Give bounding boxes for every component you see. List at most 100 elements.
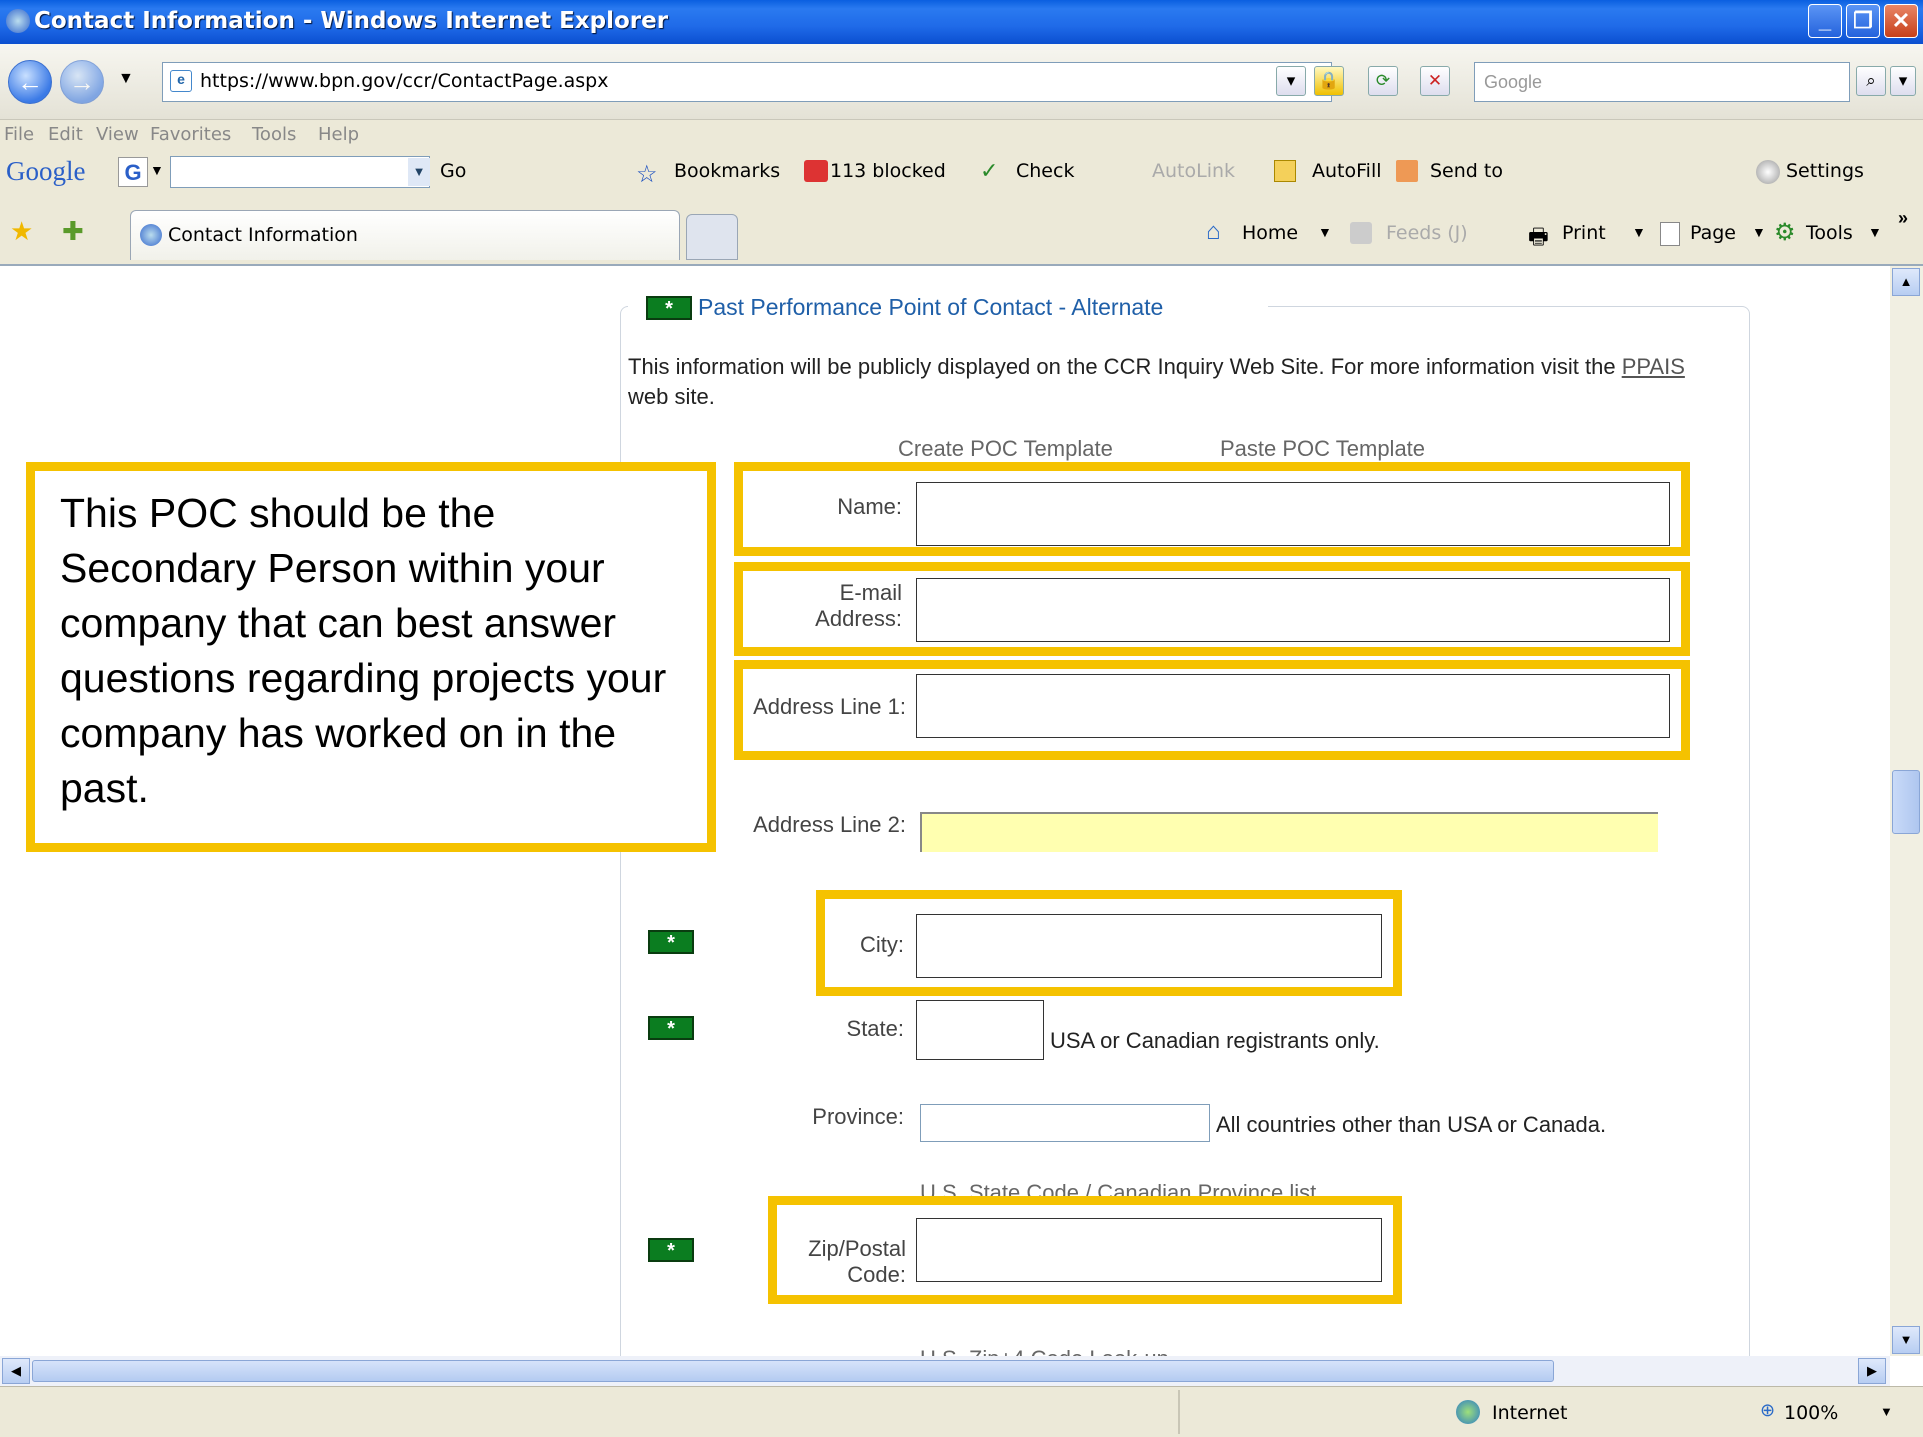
autofill-button[interactable]: AutoFill xyxy=(1312,160,1382,182)
search-placeholder: Google xyxy=(1484,72,1543,92)
email-label: E-mail Address: xyxy=(815,580,902,631)
chevron-more-icon[interactable]: » xyxy=(1898,208,1908,229)
bookmarks-star-icon: ☆ xyxy=(636,161,658,188)
security-zone: Internet xyxy=(1492,1402,1568,1424)
check-button[interactable]: Check xyxy=(1016,160,1074,182)
print-dropdown-icon[interactable]: ▼ xyxy=(1632,224,1646,240)
province-label: Province: xyxy=(812,1104,904,1129)
state-required-icon: * xyxy=(648,1016,694,1040)
horizontal-scroll-thumb[interactable] xyxy=(32,1360,1554,1382)
city-input[interactable] xyxy=(916,914,1382,978)
address-dropdown-icon[interactable]: ▾ xyxy=(1276,66,1306,96)
state-label: State: xyxy=(846,1016,904,1041)
page-button[interactable]: Page xyxy=(1690,222,1736,244)
maximize-button[interactable]: ❐ xyxy=(1846,4,1880,38)
back-icon[interactable]: ← xyxy=(8,60,52,104)
callout-text: This POC should be the Secondary Person … xyxy=(60,490,667,811)
add-favorite-icon[interactable]: ✚ xyxy=(62,216,84,247)
scroll-up-icon[interactable]: ▲ xyxy=(1892,268,1920,296)
print-icon: 🖶 xyxy=(1528,224,1549,249)
google-g-icon[interactable]: G xyxy=(118,157,148,187)
ppais-link[interactable]: PPAIS xyxy=(1622,354,1685,379)
info-text-suffix: web site. xyxy=(628,384,715,409)
email-input[interactable] xyxy=(916,578,1670,642)
settings-button[interactable]: Settings xyxy=(1786,160,1864,182)
window-title: Contact Information - Windows Internet E… xyxy=(34,8,669,34)
search-options-icon[interactable]: ▾ xyxy=(1890,66,1916,96)
print-button[interactable]: Print xyxy=(1562,222,1606,244)
forward-icon[interactable]: → xyxy=(60,60,104,104)
close-button[interactable]: ✕ xyxy=(1884,4,1918,38)
state-input[interactable] xyxy=(916,1000,1044,1060)
send-to-icon xyxy=(1396,160,1418,182)
google-dropdown-icon[interactable]: ▼ xyxy=(408,158,430,186)
scroll-down-icon[interactable]: ▼ xyxy=(1892,1326,1920,1354)
address2-label: Address Line 2: xyxy=(753,812,906,837)
menu-file[interactable]: File xyxy=(4,124,34,145)
menu-favorites[interactable]: Favorites xyxy=(150,124,231,145)
province-input[interactable] xyxy=(920,1104,1210,1142)
scroll-right-icon[interactable]: ▶ xyxy=(1858,1358,1886,1384)
vertical-scroll-thumb[interactable] xyxy=(1892,770,1920,834)
refresh-icon[interactable]: ⟳ xyxy=(1368,66,1398,96)
name-input[interactable] xyxy=(916,482,1670,546)
city-required-icon: * xyxy=(648,930,694,954)
google-logo: Google xyxy=(6,156,86,186)
menu-edit[interactable]: Edit xyxy=(48,124,83,145)
zip-lookup-link[interactable]: U.S. Zip+4 Code Look-up xyxy=(920,1346,1169,1356)
zip-input[interactable] xyxy=(916,1218,1382,1282)
google-menu-icon[interactable]: ▼ xyxy=(150,162,164,178)
tab-label: Contact Information xyxy=(168,224,358,246)
feeds-icon xyxy=(1350,222,1372,244)
paste-poc-template-link[interactable]: Paste POC Template xyxy=(1220,436,1425,462)
page-dropdown-icon[interactable]: ▼ xyxy=(1752,224,1766,240)
menu-view[interactable]: View xyxy=(96,124,139,145)
address2-input[interactable] xyxy=(920,812,1658,852)
scroll-left-icon[interactable]: ◀ xyxy=(2,1358,30,1384)
zoom-dropdown-icon[interactable]: ▼ xyxy=(1880,1404,1893,1419)
stop-icon[interactable]: ✕ xyxy=(1420,66,1450,96)
popup-blocker-icon xyxy=(804,160,828,182)
zoom-level[interactable]: 100% xyxy=(1784,1402,1838,1424)
search-icon[interactable]: ⌕ xyxy=(1856,66,1886,96)
status-divider xyxy=(1178,1390,1180,1434)
province-note: All countries other than USA or Canada. xyxy=(1216,1112,1607,1137)
bookmarks-button[interactable]: Bookmarks xyxy=(674,160,780,182)
zip-label: Zip/Postal Code: xyxy=(808,1236,906,1287)
popups-blocked[interactable]: 113 blocked xyxy=(830,160,946,182)
tools-dropdown-icon[interactable]: ▼ xyxy=(1868,224,1882,240)
name-label: Name: xyxy=(837,494,902,519)
spellcheck-icon: ✓ xyxy=(980,158,999,183)
new-tab-button[interactable] xyxy=(686,214,738,260)
address1-input[interactable] xyxy=(916,674,1670,738)
ie-logo-icon xyxy=(6,9,30,33)
home-dropdown-icon[interactable]: ▼ xyxy=(1318,224,1332,240)
google-search-input[interactable] xyxy=(170,156,430,188)
tab-ie-icon xyxy=(140,224,162,246)
create-poc-template-link[interactable]: Create POC Template xyxy=(898,436,1113,462)
lock-icon[interactable]: 🔒 xyxy=(1314,66,1344,96)
feeds-button[interactable]: Feeds (J) xyxy=(1386,222,1468,244)
settings-icon xyxy=(1756,160,1780,184)
tools-button[interactable]: Tools xyxy=(1806,222,1853,244)
home-button[interactable]: Home xyxy=(1242,222,1298,244)
state-note: USA or Canadian registrants only. xyxy=(1050,1028,1380,1053)
status-bar xyxy=(0,1386,1923,1437)
autolink-button[interactable]: AutoLink xyxy=(1152,160,1235,182)
city-label: City: xyxy=(860,932,904,957)
favorites-star-icon[interactable]: ★ xyxy=(10,216,33,247)
autofill-icon xyxy=(1274,160,1296,182)
legend-title: Past Performance Point of Contact - Alte… xyxy=(698,294,1164,320)
menu-help[interactable]: Help xyxy=(318,124,359,145)
tools-gear-icon: ⚙ xyxy=(1774,219,1796,246)
minimize-button[interactable]: _ xyxy=(1808,4,1842,38)
address-url: https://www.bpn.gov/ccr/ContactPage.aspx xyxy=(200,70,609,92)
zoom-icon: ⊕ xyxy=(1760,1400,1776,1420)
google-go-button[interactable]: Go xyxy=(440,160,466,182)
info-text-body: This information will be publicly displa… xyxy=(628,354,1616,379)
home-icon: ⌂ xyxy=(1206,218,1221,245)
history-dropdown-icon[interactable]: ▼ xyxy=(118,70,134,88)
send-to-button[interactable]: Send to xyxy=(1430,160,1503,182)
page-menu-icon xyxy=(1660,222,1680,246)
menu-tools[interactable]: Tools xyxy=(252,124,296,145)
